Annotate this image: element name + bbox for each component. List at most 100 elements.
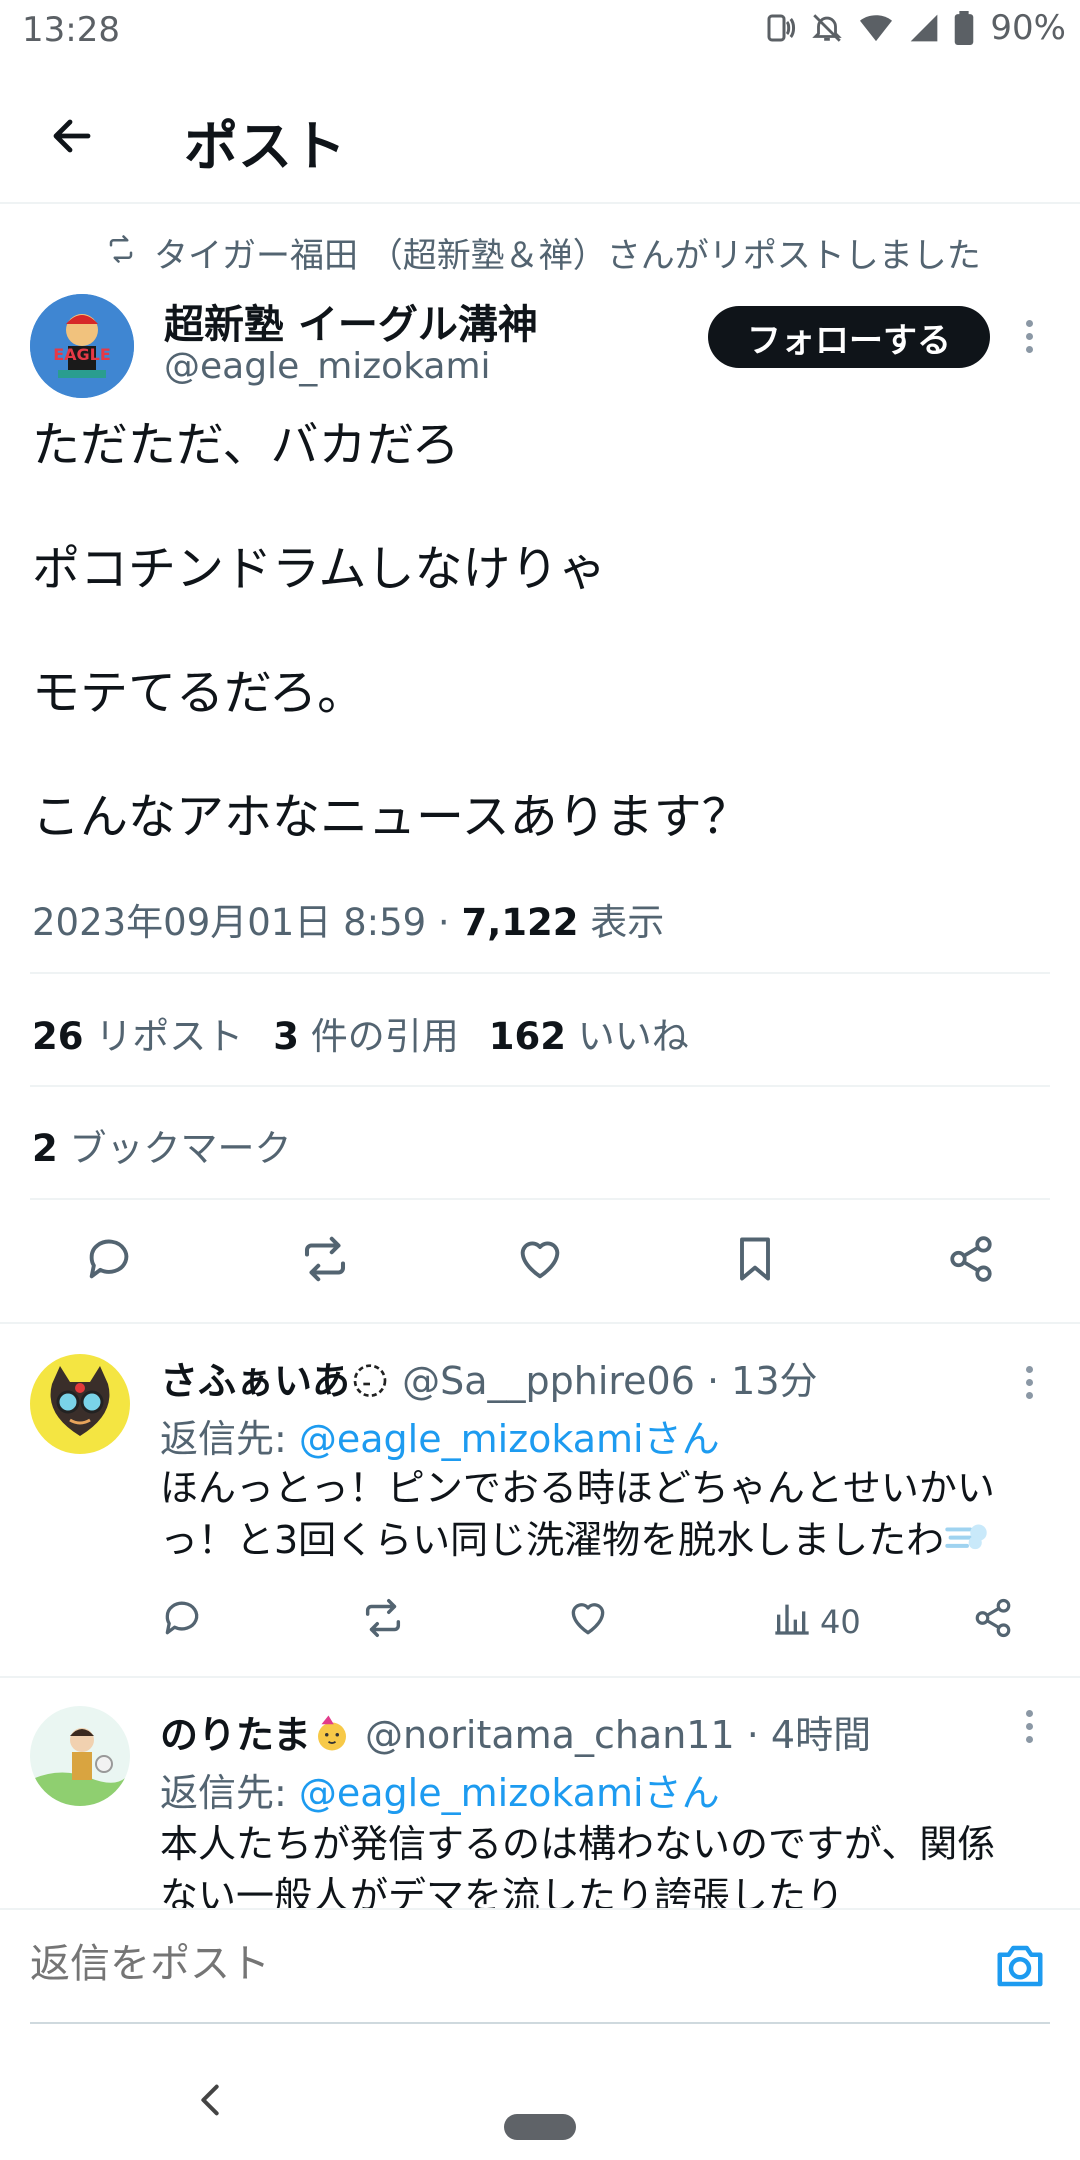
status-time: 13:28: [22, 10, 120, 50]
system-back-button[interactable]: [196, 2080, 224, 2130]
reposts-label: リポスト: [83, 1015, 244, 1058]
view-label: 表示: [578, 901, 665, 944]
reply-to: 返信先: @eagle_mizokamiさん: [160, 1762, 720, 1817]
reply-to-label: 返信先:: [160, 1417, 299, 1461]
quotes-label: 件の引用: [299, 1015, 459, 1058]
post-paragraph: こんなアホなニュースあります？: [32, 789, 750, 845]
reply-reply-button[interactable]: [160, 1594, 204, 1650]
share-icon: [946, 1234, 996, 1288]
views-chart-icon: [772, 1598, 812, 1646]
reply-views-button[interactable]: 40: [772, 1594, 861, 1650]
dash-emoji-icon: [944, 1516, 990, 1569]
likes-stat[interactable]: 162 いいね: [489, 1006, 689, 1060]
reply-views-count: 40: [820, 1603, 861, 1641]
bookmark-button[interactable]: [720, 1226, 790, 1296]
mute-icon: [810, 11, 844, 45]
dot-icon: [1025, 1735, 1033, 1743]
dot-icon: [1025, 1391, 1033, 1399]
party-emoji-icon: [311, 1712, 353, 1763]
likes-label: いいね: [566, 1015, 689, 1058]
post-text: ただただ、バカだろ ポコチンドラムしなけりゃ モテてるだろ。 こんなアホなニュー…: [32, 414, 1052, 910]
share-icon: [972, 1597, 1014, 1647]
more-options-button[interactable]: [1014, 306, 1044, 366]
reply-icon: [160, 1596, 204, 1648]
view-count[interactable]: 7,122: [461, 901, 578, 944]
reply-avatar[interactable]: [30, 1706, 130, 1806]
reply-like-button[interactable]: [566, 1594, 610, 1650]
post-datetime: 2023年09月01日 8:59 ·: [32, 901, 462, 944]
share-button[interactable]: [936, 1226, 1006, 1296]
reply-to-mention[interactable]: @eagle_mizokamiさん: [299, 1417, 720, 1461]
dot-icon: [1025, 332, 1033, 340]
author-name[interactable]: 超新塾 イーグル溝神: [164, 292, 538, 350]
dot-icon: [1025, 1365, 1033, 1373]
repost-icon: [360, 1595, 406, 1649]
reply-repost-button[interactable]: [360, 1594, 406, 1650]
system-home-pill[interactable]: [504, 2114, 576, 2140]
reply-handle-time: @noritama_chan11 · 4時間: [352, 1713, 872, 1757]
reposted-by[interactable]: タイガー福田 （超新塾＆禅）さんがリポストしました: [106, 228, 981, 277]
reply-header: のりたま @noritama_chan11 · 4時間: [160, 1704, 871, 1763]
back-button[interactable]: [40, 106, 104, 170]
dot-icon: [1025, 1722, 1033, 1730]
quotes-stat[interactable]: 3 件の引用: [273, 1006, 459, 1060]
post-paragraph: ポコチンドラムしなけりゃ: [32, 541, 607, 597]
post-paragraph: モテてるだろ。: [32, 665, 366, 721]
top-app-bar: ポスト: [0, 72, 1080, 204]
reply-author-name[interactable]: のりたま: [160, 1713, 311, 1757]
follow-button[interactable]: フォローする: [708, 306, 990, 368]
divider: [0, 1676, 1080, 1678]
bookmarks-stat[interactable]: 2 ブックマーク: [32, 1118, 292, 1172]
likes-count: 162: [488, 1015, 567, 1058]
reply-text-content: ほんっとっ！ピンでおる時ほどちゃんとせいかいっ！と3回くらい同じ洗濯物を脱水しま…: [160, 1466, 995, 1562]
emoji-icon: [350, 1359, 390, 1408]
divider: [30, 1085, 1050, 1087]
dot-icon: [1025, 1709, 1033, 1717]
like-button[interactable]: [505, 1226, 575, 1296]
camera-button[interactable]: [990, 1938, 1050, 1998]
page-title: ポスト: [184, 115, 346, 178]
reply-to-label: 返信先:: [160, 1771, 299, 1815]
reply-composer: [0, 1908, 1080, 2028]
repost-icon: [106, 233, 136, 273]
reply-button[interactable]: [74, 1226, 144, 1296]
reply-more-button[interactable]: [1014, 1352, 1044, 1412]
reposts-stat[interactable]: 26 リポスト: [32, 1006, 243, 1060]
divider: [30, 1198, 1050, 1200]
reply-text: 本人たちが発信するのは構わないのですが、関係ない一般人がデマを流したり誇張したり: [160, 1822, 996, 1908]
reply-share-button[interactable]: [972, 1594, 1014, 1650]
repost-icon: [298, 1232, 352, 1290]
reply-icon: [83, 1233, 135, 1289]
reply-text: ほんっとっ！ピンでおる時ほどちゃんとせいかいっ！と3回くらい同じ洗濯物を脱水しま…: [160, 1462, 1046, 1569]
signal-icon: [908, 12, 940, 44]
camera-icon: [993, 1939, 1047, 1997]
repost-button[interactable]: [290, 1226, 360, 1296]
reposts-count: 26: [32, 1015, 84, 1058]
system-nav-bar: [0, 2028, 1080, 2160]
svg-text:EAGLE: EAGLE: [53, 345, 111, 364]
reply-handle-time: @Sa__pphire06 · 13分: [390, 1359, 818, 1403]
battery-percent: 90%: [990, 8, 1066, 48]
reposted-by-text: タイガー福田 （超新塾＆禅）さんがリポストしました: [154, 236, 981, 276]
dot-icon: [1025, 345, 1033, 353]
dot-icon: [1025, 1378, 1033, 1386]
reply-more-button[interactable]: [1014, 1696, 1044, 1756]
reply-to-mention[interactable]: @eagle_mizokamiさん: [299, 1771, 720, 1815]
reply-avatar[interactable]: [30, 1354, 130, 1454]
arrow-left-icon: [48, 112, 96, 164]
author-handle[interactable]: @eagle_mizokami: [164, 346, 491, 387]
post-action-bar: [0, 1226, 1080, 1296]
post-paragraph: ただただ、バカだろ: [32, 417, 460, 473]
heart-icon: [566, 1596, 610, 1648]
status-icons: 90%: [760, 8, 1066, 48]
reply-action-bar: 40: [160, 1594, 1040, 1650]
post-meta: 2023年09月01日 8:59 · 7,122 表示: [32, 892, 664, 946]
battery-icon: [954, 11, 974, 45]
author-avatar[interactable]: EAGLE: [30, 294, 134, 398]
heart-icon: [514, 1233, 566, 1289]
quotes-count: 3: [273, 1015, 300, 1058]
composer-underline: [30, 2022, 1050, 2024]
reply-header: さふぁいあ @Sa__pphire06 · 13分: [160, 1350, 818, 1408]
reply-input[interactable]: [30, 1942, 545, 1987]
reply-author-name[interactable]: さふぁいあ: [160, 1359, 350, 1403]
